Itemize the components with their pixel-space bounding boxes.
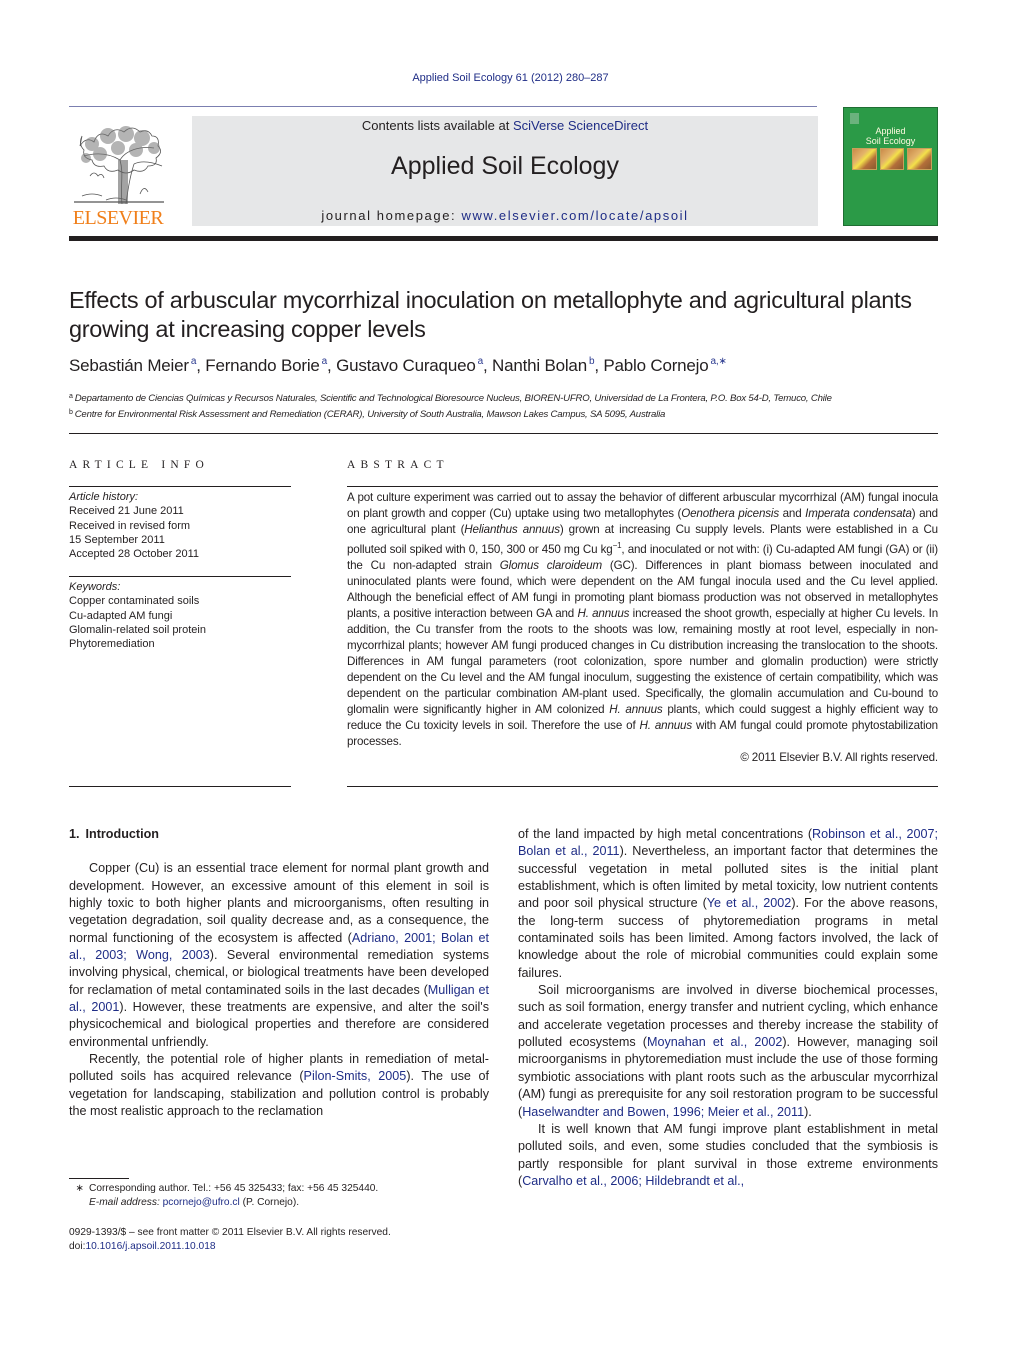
author[interactable]: Sebastián Meier a [69,356,196,375]
author[interactable]: Pablo Cornejo a,∗ [603,356,726,375]
abstract-rule [347,486,938,487]
cover-title-line2: Soil Ecology [865,136,916,146]
reference-link[interactable]: Carvalho et al., 2006; Hildebrandt et al… [522,1174,744,1188]
reference-link[interactable]: Ye et al., 2002 [707,896,792,910]
citation-link[interactable]: Applied Soil Ecology 61 (2012) 280–287 [412,72,608,84]
soil-image-icon [879,148,905,170]
keyword[interactable]: Copper contaminated soils [69,594,291,608]
article-history-label: Article history: [69,491,139,503]
keywords: Keywords: Copper contaminated soils Cu-a… [69,580,291,651]
history-item: Received 21 June 2011 [69,505,184,518]
contents-line: Contents lists available at SciVerse Sci… [192,118,818,133]
keyword[interactable]: Cu-adapted AM fungi [69,609,291,623]
section-heading: 1. Introduction [69,827,159,841]
paragraph: of the land impacted by high metal conce… [518,827,939,980]
soil-image-icon [852,148,877,170]
footnote-rule [69,1178,129,1179]
front-matter-line: 0929-1393/$ – see front matter © 2011 El… [69,1227,391,1238]
sciencedirect-link[interactable]: SciVerse ScienceDirect [513,118,648,133]
soil-image-icon [907,148,933,170]
body-column-right: of the land impacted by high metal conce… [518,826,938,1190]
journal-citation[interactable]: Applied Soil Ecology 61 (2012) 280–287 [0,72,1021,84]
abstract-text: A pot culture experiment was carried out… [347,491,939,748]
affiliation-b: b Centre for Environmental Risk Assessmen… [69,409,666,420]
paragraph: Soil microorganisms are involved in dive… [518,983,938,1119]
homepage-prefix: journal homepage: [321,208,462,223]
article-info-heading: ARTICLE INFO [69,459,209,471]
abstract-bottom-rule [347,786,938,787]
doi-prefix: doi: [69,1241,86,1252]
body-column-left: 1. Introduction Copper (Cu) is an essenti… [69,826,489,1121]
journal-cover-thumbnail[interactable]: Applied Soil Ecology [843,107,938,226]
affiliation-marker[interactable]: a,∗ [711,356,727,367]
homepage-link[interactable]: www.elsevier.com/locate/apsoil [461,208,688,223]
email-label: E-mail address: [89,1197,160,1208]
reference-link[interactable]: Pilon-Smits, 2005 [304,1069,407,1083]
history-item: 15 September 2011 [69,533,165,546]
author-list: Sebastián Meier a, Fernando Borie a, Gusta… [69,356,727,375]
keyword[interactable]: Phytoremediation [69,637,291,651]
corresponding-author-footnote: ∗ Corresponding author. Tel.: +56 45 3254… [69,1182,489,1210]
affiliations-divider [69,433,938,434]
reference-link[interactable]: Haselwandter and Bowen, 1996; Meier et a… [522,1105,804,1119]
corresponding-contact: Corresponding author. Tel.: +56 45 32543… [89,1183,379,1194]
homepage-line: journal homepage: www.elsevier.com/locat… [192,208,818,223]
cover-title-line1: Applied [875,126,906,136]
affiliation-marker[interactable]: a [191,356,197,367]
keywords-label: Keywords: [69,581,121,593]
author[interactable]: Gustavo Curaqueo a [336,356,483,375]
affiliation-a: a Departamento de Ciencias Químicas y Rec… [69,393,832,404]
cover-soil-images [852,148,933,170]
affiliation-marker[interactable]: b [589,356,595,367]
affiliations: a Departamento de Ciencias Químicas y Rec… [69,390,939,422]
cover-publisher-icon [850,113,859,124]
email-link[interactable]: pcornejo@ufro.cl [163,1197,240,1208]
reference-link[interactable]: Moynahan et al., 2002 [647,1035,782,1049]
cover-title: Applied Soil Ecology [844,126,937,146]
contents-prefix: Contents lists available at [361,118,513,133]
paragraph: Copper (Cu) is an essential trace elemen… [69,861,490,1049]
abstract-copyright: © 2011 Elsevier B.V. All rights reserved… [740,750,938,764]
author[interactable]: Fernando Borie a [205,356,327,375]
header-rule [69,106,817,107]
article-info-bottom-rule [69,786,291,787]
author[interactable]: Nanthi Bolan b [492,356,595,375]
abstract-body: A pot culture experiment was carried out… [347,490,938,766]
doi-link[interactable]: 10.1016/j.apsoil.2011.10.018 [85,1241,215,1252]
affiliation-marker[interactable]: a [322,356,328,367]
paragraph: Recently, the potential role of higher p… [69,1052,489,1119]
elsevier-tree-icon [74,126,164,205]
front-matter: 0929-1393/$ – see front matter © 2011 El… [69,1226,489,1254]
affiliation-marker[interactable]: a [478,356,484,367]
article-title: Effects of arbuscular mycorrhizal inocul… [69,287,912,342]
journal-title: Applied Soil Ecology [391,152,619,180]
footnote-marker: ∗ [75,1183,84,1194]
keyword[interactable]: Glomalin-related soil protein [69,623,291,637]
masthead-divider [69,236,938,241]
elsevier-wordmark: ELSEVIER [72,207,164,229]
journal-masthead: Contents lists available at SciVerse Sci… [192,116,818,226]
abstract-heading: ABSTRACT [347,459,449,471]
paragraph: It is well known that AM fungi improve p… [518,1121,938,1188]
article-history: Article history: Received 21 June 2011 R… [69,490,291,561]
history-item: Accepted 28 October 2011 [69,548,200,561]
keywords-rule [69,576,291,577]
history-item: Received in revised form [69,519,191,532]
article-info-rule [69,486,291,487]
elsevier-logo[interactable]: ELSEVIER [68,116,168,230]
